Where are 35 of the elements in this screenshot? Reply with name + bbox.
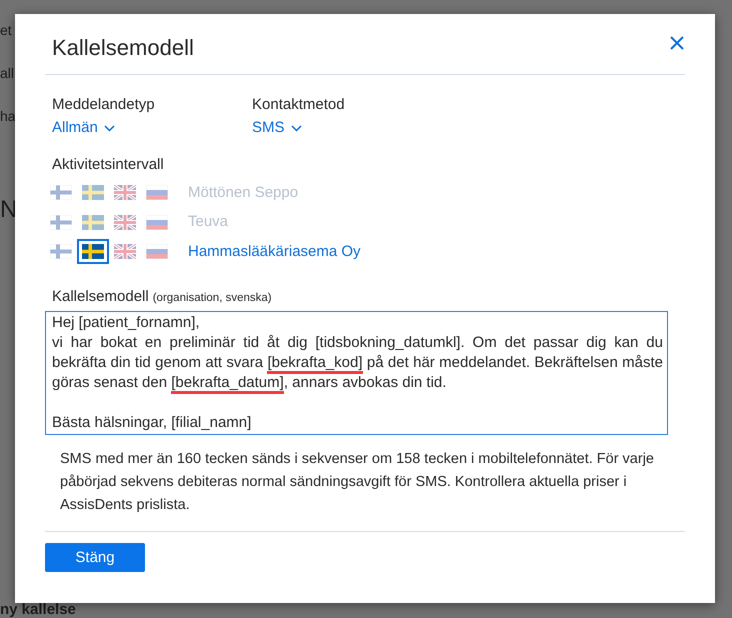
dialog-title: Kallelsemodell: [52, 34, 194, 62]
underlined-token: [bekrafta_kod]: [267, 354, 362, 374]
background-text: ny kallelse: [0, 602, 76, 618]
background-text: et: [0, 21, 12, 40]
union-jack-flag-icon: [114, 185, 136, 200]
close-icon: [669, 35, 685, 51]
section-label: Aktivitetsintervall: [51, 155, 164, 175]
field-label: Meddelandetyp: [52, 95, 155, 115]
background-text: all: [0, 64, 14, 83]
info-text: SMS med mer än 160 tecken sänds i sekvenser om 158 tecken i mobiltelefonnätet. För varje påbörjad sekvens debiteras normal sändningsavgift för SMS. Kontrollera aktuella priser i AssisDents prislista.: [59, 450, 655, 515]
finland-flag-icon: [50, 214, 72, 230]
dropdown[interactable]: SMS: [252, 118, 302, 138]
close-button[interactable]: [669, 35, 685, 51]
message-textarea[interactable]: Hej [patient_fornamn], vi har bokat en preliminär tid åt dig [tidsbokning_datumkl]. Om det passar dig kan du bekräfta din tid genom att svara [bekrafta_kod] på det här meddelandet. Bekräftelsen måste göras senast den [bekrafta_datum], annars avbokas din tid. Bästa hälsningar, [filial_namn]: [45, 311, 668, 435]
close-dialog-button[interactable]: Stäng: [45, 543, 145, 572]
background-text: ha: [0, 107, 16, 126]
union-jack-flag-icon: [114, 244, 136, 259]
activity-name[interactable]: Hammaslääkäriasema Oy: [188, 242, 361, 262]
dropdown[interactable]: Allmän: [52, 118, 115, 138]
finland-flag-icon: [50, 185, 72, 200]
underlined-token: [bekrafta_datum]: [171, 374, 284, 394]
language-toggle[interactable]: [77, 239, 109, 264]
russia-flag-icon: [146, 185, 168, 200]
union-jack-flag-icon: [114, 214, 136, 230]
sweden-flag-icon: [82, 185, 104, 200]
field-note: (organisation, svenska): [152, 292, 272, 304]
field-label: Kontaktmetod: [252, 95, 345, 115]
finland-flag-icon: [50, 244, 72, 259]
chevron-down-icon: [104, 124, 115, 132]
sweden-flag-icon: [82, 214, 104, 230]
russia-flag-icon: [146, 214, 168, 230]
chevron-down-icon: [290, 124, 302, 132]
sweden-flag-icon: [82, 244, 104, 259]
russia-flag-icon: [146, 244, 168, 259]
field-label: Kallelsemodell: [52, 288, 149, 305]
